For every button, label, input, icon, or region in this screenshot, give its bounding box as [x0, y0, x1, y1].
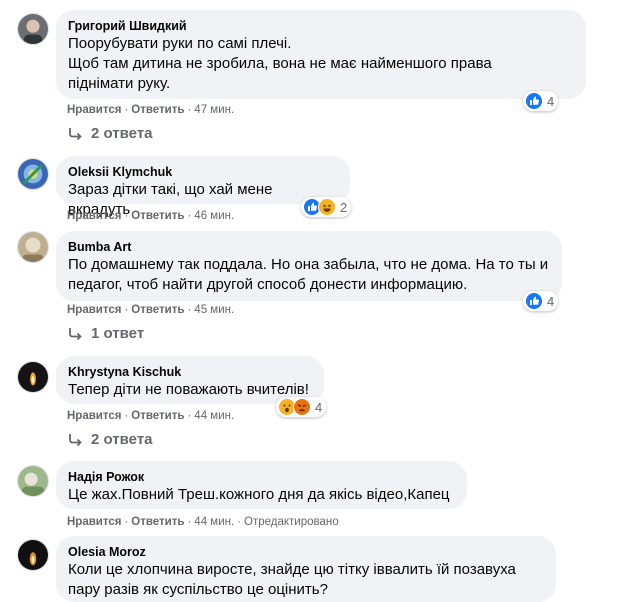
comment-actions: Нравится · Ответить · 44 мин. · Отредактирован… — [67, 516, 339, 528]
comment-actions: Нравится · Ответить · 44 мин. — [67, 410, 235, 422]
replies-count-label: 2 ответа — [91, 125, 153, 142]
reply-link[interactable]: Ответить — [131, 304, 184, 316]
comment-time[interactable]: 44 мин. — [194, 516, 234, 528]
reply-link[interactable]: Ответить — [131, 210, 184, 222]
like-link[interactable]: Нравится — [67, 410, 121, 422]
replies-count-label: 2 ответа — [91, 431, 153, 448]
avatar[interactable] — [17, 158, 49, 190]
edited-label[interactable]: Отредактировано — [244, 516, 339, 528]
haha-reaction-icon — [318, 198, 336, 216]
comment-author[interactable]: Надія Рожок — [68, 469, 455, 485]
reaction-summary[interactable]: 4 — [523, 91, 559, 111]
reaction-count: 4 — [315, 399, 323, 415]
comment-text-line: піднімати руку. — [68, 75, 171, 92]
like-reaction-icon — [525, 92, 543, 110]
like-link[interactable]: Нравится — [67, 210, 121, 222]
reaction-count: 2 — [340, 199, 348, 215]
comment-author[interactable]: Olesia Moroz — [68, 544, 544, 560]
comment-text-line: пару разів як суспільство це оцінить? — [68, 581, 328, 598]
comment-text-line: Це жах.Повний Треш.кожного дня да якісь … — [68, 486, 450, 503]
like-reaction-icon — [525, 292, 543, 310]
reaction-count: 4 — [547, 93, 555, 109]
view-replies-button[interactable]: 2 ответа — [68, 125, 153, 142]
avatar[interactable] — [17, 539, 49, 571]
reaction-summary[interactable]: 2 — [301, 197, 352, 217]
comment-text-line: педагог, чтоб найти другой способ донест… — [68, 276, 468, 293]
reply-link[interactable]: Ответить — [131, 104, 184, 116]
comment-text-line: По домашнему так поддала. Но она забыла,… — [68, 256, 549, 273]
avatar[interactable] — [17, 361, 49, 393]
comment-time[interactable]: 46 мин. — [194, 210, 234, 222]
reaction-summary[interactable]: 4 — [523, 291, 559, 311]
comment-author[interactable]: Григорий Швидкий — [68, 18, 574, 34]
comment-time[interactable]: 45 мин. — [194, 304, 234, 316]
avatar[interactable] — [17, 465, 49, 497]
comment-bubble: Григорий Швидкий Поорубувати руки по сам… — [56, 10, 586, 99]
comment-bubble: Oleksii Klymchuk Зараз дітки такі, що ха… — [56, 156, 350, 218]
reply-link[interactable]: Ответить — [131, 410, 184, 422]
comment-author[interactable]: Oleksii Klymchuk — [68, 164, 338, 180]
comment-bubble: Bumba Art По домашнему так поддала. Но о… — [56, 231, 562, 301]
like-link[interactable]: Нравится — [67, 304, 121, 316]
reply-link[interactable]: Ответить — [131, 516, 184, 528]
view-replies-button[interactable]: 1 ответ — [68, 325, 144, 342]
comment-time[interactable]: 47 мин. — [194, 104, 234, 116]
reply-arrow-icon — [69, 327, 82, 340]
like-link[interactable]: Нравится — [67, 516, 121, 528]
reply-arrow-icon — [69, 127, 82, 140]
comment-text-line: Щоб там дитина не зробила, вона не має н… — [68, 55, 492, 72]
view-replies-button[interactable]: 2 ответа — [68, 431, 153, 448]
comment-bubble: Olesia Moroz Коли це хлопчина виросте, з… — [56, 536, 556, 602]
comment-text-line: Поорубувати руки по самі плечі. — [68, 35, 292, 52]
avatar[interactable] — [17, 231, 49, 263]
like-link[interactable]: Нравится — [67, 104, 121, 116]
comment-actions: Нравится · Ответить · 47 мин. — [67, 104, 235, 116]
reply-arrow-icon — [69, 433, 82, 446]
replies-count-label: 1 ответ — [91, 325, 145, 342]
reaction-summary[interactable]: 4 — [276, 397, 327, 417]
comment-author[interactable]: Khrystyna Kischuk — [68, 364, 312, 380]
avatar[interactable] — [17, 13, 49, 45]
comment-text-line: Коли це хлопчина виросте, знайде цю тітк… — [68, 561, 516, 578]
comment-text-line: Тепер діти не поважають вчителів! — [68, 381, 309, 398]
comment-time[interactable]: 44 мин. — [194, 410, 234, 422]
comment-author[interactable]: Bumba Art — [68, 239, 550, 255]
comment-actions: Нравится · Ответить · 45 мин. — [67, 304, 235, 316]
comment-bubble: Надія Рожок Це жах.Повний Треш.кожного д… — [56, 461, 467, 509]
angry-reaction-icon — [293, 398, 311, 416]
comment-actions: Нравится · Ответить · 46 мин. — [67, 210, 235, 222]
reaction-count: 4 — [547, 293, 555, 309]
